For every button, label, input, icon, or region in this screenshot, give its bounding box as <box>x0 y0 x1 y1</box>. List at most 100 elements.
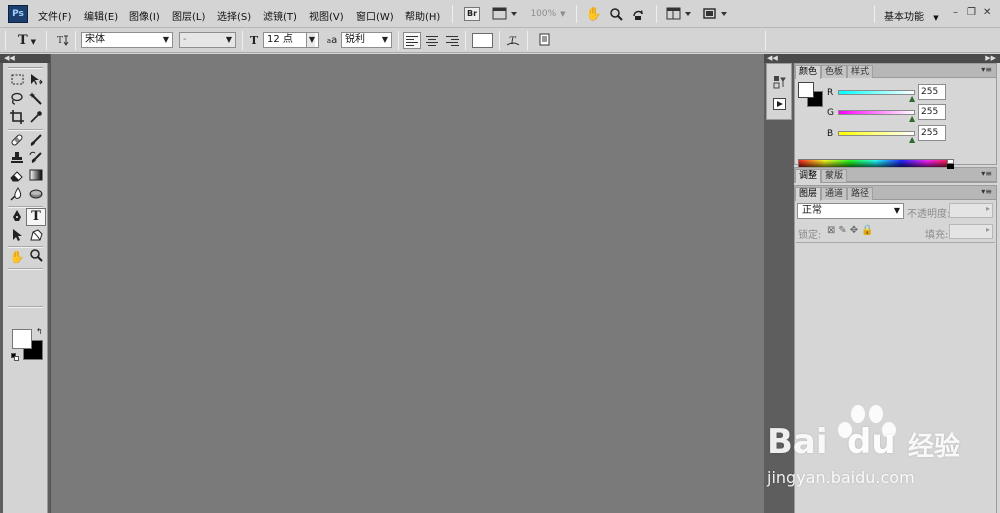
tab-adjustments[interactable]: 调整 <box>795 169 822 183</box>
menu-filter[interactable]: 滤镜(T) <box>263 8 297 23</box>
font-family-dropdown[interactable]: 宋体 ▼ <box>81 32 173 48</box>
menu-image[interactable]: 图像(I) <box>129 8 160 23</box>
chevron-down-icon: ▼ <box>225 35 232 44</box>
align-center-button[interactable] <box>423 32 441 49</box>
tab-layers[interactable]: 图层 <box>795 187 822 201</box>
bridge-button[interactable]: Br <box>462 5 482 23</box>
zoom-tool[interactable] <box>27 249 45 266</box>
restore-button[interactable]: ❐ <box>967 7 976 18</box>
green-value-field[interactable]: 255 <box>918 104 946 120</box>
panel-menu-icon[interactable]: ▾≡ <box>981 65 992 74</box>
character-panel-button[interactable] <box>536 33 552 49</box>
screen-mode-icon <box>703 8 727 19</box>
path-selection-tool[interactable] <box>8 228 26 245</box>
menu-select[interactable]: 选择(S) <box>217 8 251 23</box>
black-white-ramp[interactable] <box>947 159 954 170</box>
menu-layer[interactable]: 图层(L) <box>172 8 205 23</box>
history-icon <box>773 76 786 89</box>
eyedropper-tool[interactable] <box>27 110 45 127</box>
green-slider[interactable] <box>838 110 915 115</box>
view-extras-button[interactable] <box>490 5 520 23</box>
menu-help[interactable]: 帮助(H) <box>405 8 440 23</box>
slider-thumb-icon[interactable]: ▲ <box>909 114 915 123</box>
hand-tool[interactable]: ✋ <box>8 249 26 266</box>
healing-brush-tool[interactable] <box>8 133 26 150</box>
menu-file[interactable]: 文件(F) <box>38 8 72 23</box>
menu-edit[interactable]: 编辑(E) <box>84 8 118 23</box>
swap-colors-icon[interactable]: ↰ <box>36 327 43 336</box>
text-color-swatch[interactable] <box>472 33 493 48</box>
slider-thumb-icon[interactable]: ▲ <box>909 135 915 144</box>
zoom-tool-button[interactable] <box>607 5 625 23</box>
clone-stamp-tool[interactable] <box>8 151 26 168</box>
screen-mode-button[interactable] <box>700 5 730 23</box>
fill-field[interactable]: ▸ <box>949 224 993 239</box>
move-tool[interactable] <box>27 73 45 90</box>
align-right-button[interactable] <box>443 32 461 49</box>
warp-text-button[interactable]: T <box>505 33 521 49</box>
lock-transparency-icon[interactable]: ⊠ <box>827 225 838 236</box>
gradient-tool[interactable] <box>27 169 45 186</box>
font-style-dropdown[interactable]: - ▼ <box>179 32 236 48</box>
panels-collapse-bar[interactable]: ▶▶ <box>794 54 1000 63</box>
document-canvas-area[interactable] <box>50 54 764 513</box>
close-button[interactable]: ✕ <box>983 7 991 18</box>
tab-swatches[interactable]: 色板 <box>821 65 848 78</box>
photoshop-logo: Ps <box>8 5 28 23</box>
workspace-switcher[interactable]: 基本功能 ▼ <box>884 8 939 23</box>
marquee-tool[interactable] <box>8 73 26 90</box>
tab-channels[interactable]: 通道 <box>821 187 848 200</box>
options-divider <box>465 31 466 50</box>
lock-pixels-icon[interactable]: ✎ <box>838 225 849 236</box>
history-brush-tool[interactable] <box>27 151 45 168</box>
tab-masks[interactable]: 蒙版 <box>821 169 848 182</box>
brush-tool[interactable] <box>27 133 45 150</box>
default-colors-icon[interactable] <box>11 353 19 361</box>
pen-tool[interactable] <box>8 209 26 226</box>
panel-menu-icon[interactable]: ▾≡ <box>981 169 992 178</box>
history-panel-button[interactable] <box>772 75 787 89</box>
foreground-color-swatch[interactable] <box>12 329 32 349</box>
tab-color[interactable]: 颜色 <box>795 65 822 79</box>
minimize-button[interactable]: – <box>953 7 958 18</box>
tool-preset-picker[interactable]: T ▼ <box>13 33 41 49</box>
text-orientation-button[interactable]: T <box>54 33 70 49</box>
rotate-view-button[interactable] <box>629 5 647 23</box>
tab-paths[interactable]: 路径 <box>847 187 874 200</box>
zoom-level-dropdown[interactable]: 100% ▼ <box>528 5 568 23</box>
anti-alias-dropdown[interactable]: 锐利 ▼ <box>341 32 392 48</box>
crop-tool[interactable] <box>8 110 26 127</box>
options-grip <box>5 31 6 50</box>
menu-view[interactable]: 视图(V) <box>309 8 344 23</box>
custom-shape-tool[interactable] <box>27 228 45 245</box>
red-slider[interactable] <box>838 90 915 95</box>
menu-window[interactable]: 窗口(W) <box>356 8 394 23</box>
pen-icon <box>13 210 21 221</box>
opacity-field[interactable]: ▸ <box>949 203 993 218</box>
magic-wand-tool[interactable] <box>27 92 45 109</box>
tab-styles[interactable]: 样式 <box>847 65 874 78</box>
actions-panel-button[interactable] <box>772 98 787 112</box>
lock-all-icon[interactable]: 🔒 <box>861 225 876 236</box>
arrange-documents-button[interactable] <box>664 5 694 23</box>
tools-collapse-bar[interactable]: ◀◀ <box>0 54 50 63</box>
blue-value-field[interactable]: 255 <box>918 125 946 141</box>
blend-mode-dropdown[interactable]: 正常 ▼ <box>797 203 904 219</box>
icon-dock <box>766 63 792 120</box>
dodge-tool[interactable] <box>27 187 45 204</box>
blur-tool[interactable] <box>8 187 26 204</box>
eraser-tool[interactable] <box>8 169 26 186</box>
font-size-dropdown[interactable]: 12 点 ▼ <box>263 32 319 48</box>
blue-slider[interactable] <box>838 131 915 136</box>
red-value-field[interactable]: 255 <box>918 84 946 100</box>
lasso-tool[interactable] <box>8 92 26 109</box>
layers-list[interactable] <box>796 242 995 502</box>
panel-foreground-swatch[interactable] <box>798 82 814 98</box>
hand-tool-button[interactable]: ✋ <box>585 5 603 23</box>
dock-collapse-bar[interactable]: ◀◀ <box>764 54 794 63</box>
panel-menu-icon[interactable]: ▾≡ <box>981 187 992 196</box>
slider-thumb-icon[interactable]: ▲ <box>909 94 915 103</box>
lock-position-icon[interactable]: ✥ <box>850 225 861 236</box>
type-tool[interactable]: T <box>26 208 46 226</box>
align-left-button[interactable] <box>403 32 421 49</box>
